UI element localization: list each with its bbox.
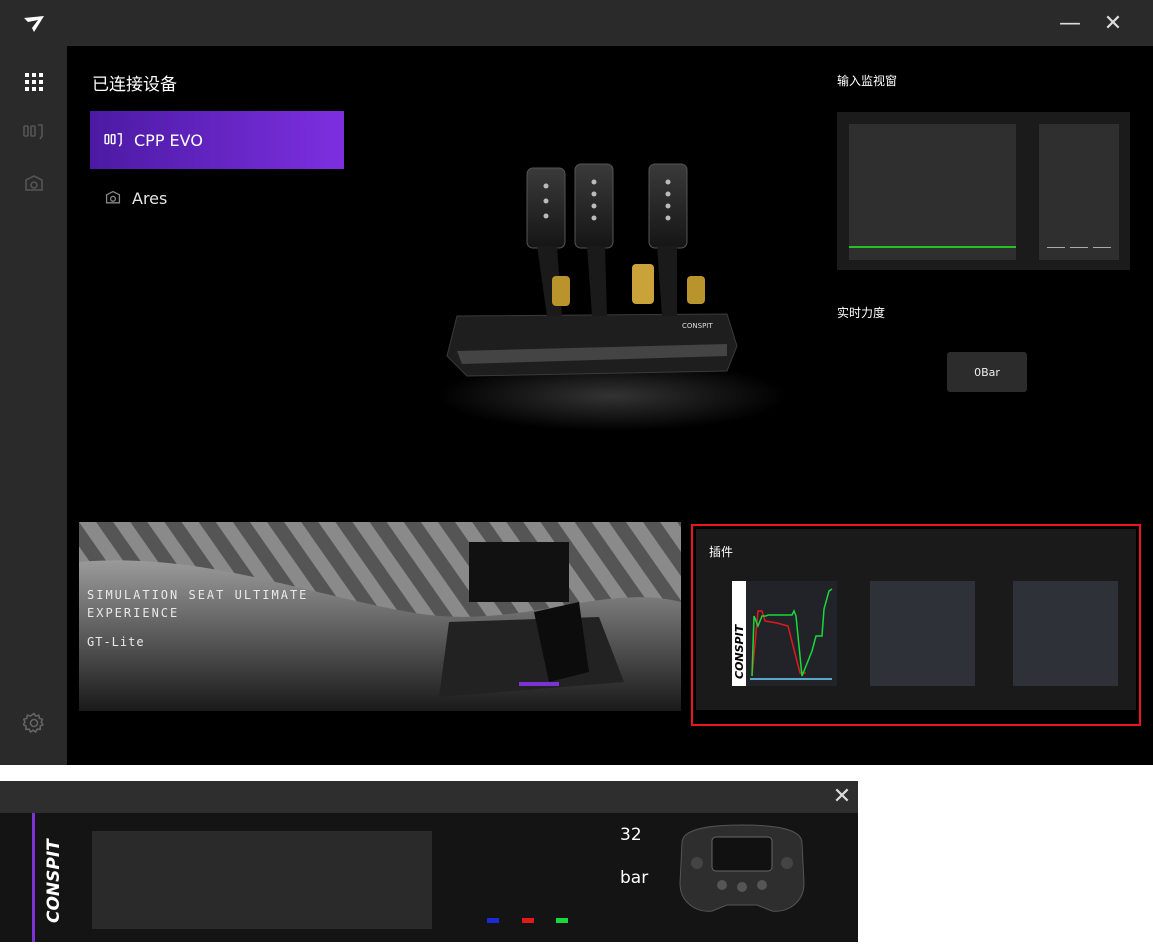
- apps-grid-icon[interactable]: [22, 70, 46, 94]
- widget-title-bar[interactable]: ✕: [0, 781, 858, 813]
- device-label: Ares: [132, 188, 168, 208]
- plugins-section: 插件 CONSPIT: [691, 524, 1141, 726]
- status-dot-green: [556, 918, 568, 923]
- promo-banner[interactable]: SIMULATION SEAT ULTIMATE EXPERIENCE GT-L…: [79, 522, 681, 711]
- app-window: — ✕ 已连接设备 CPP EVO Ares CONSPIT 输入监视窗 实时力…: [0, 0, 1153, 765]
- title-bar: — ✕: [0, 0, 1153, 46]
- widget-close-button[interactable]: ✕: [828, 783, 856, 811]
- device-item-ares[interactable]: Ares: [90, 169, 344, 227]
- input-level-line: [849, 246, 1016, 248]
- conspit-logo: CONSPIT: [32, 813, 70, 942]
- pedals-icon[interactable]: [22, 120, 46, 144]
- widget-body: CONSPIT 32 bar: [0, 813, 858, 942]
- input-monitor-title: 输入监视窗: [837, 74, 898, 88]
- axis-bars-panel: [1039, 124, 1119, 260]
- banner-product-name: GT-Lite: [87, 635, 145, 649]
- plugin-telemetry-tile[interactable]: CONSPIT: [732, 581, 837, 686]
- axis-bar: [1070, 247, 1088, 248]
- main-content: 已连接设备 CPP EVO Ares CONSPIT 输入监视窗 实时力度 0B…: [67, 46, 1153, 765]
- pressure-unit: bar: [620, 868, 649, 888]
- force-value-display: 0Bar: [947, 352, 1027, 392]
- status-dot-blue: [487, 918, 499, 923]
- wheel-base-icon[interactable]: [22, 172, 46, 196]
- plugin-slot-empty[interactable]: [1013, 581, 1118, 686]
- sidebar: [0, 46, 67, 765]
- input-monitor-panel: [837, 112, 1130, 270]
- connected-devices-title: 已连接设备: [92, 75, 177, 95]
- realtime-force-title: 实时力度: [837, 306, 886, 320]
- banner-headline: SIMULATION SEAT ULTIMATE EXPERIENCE: [87, 588, 309, 620]
- device-item-cpp-evo[interactable]: CPP EVO: [90, 111, 344, 169]
- axis-bar: [1047, 247, 1065, 248]
- pressure-value: 32: [620, 825, 642, 845]
- svg-text:CONSPIT: CONSPIT: [682, 322, 713, 330]
- plugins-title: 插件: [709, 545, 734, 559]
- minimize-button[interactable]: —: [1052, 10, 1088, 38]
- svg-text:CONSPIT: CONSPIT: [44, 838, 64, 923]
- status-dot-red: [522, 918, 534, 923]
- pedal-product-image: CONSPIT: [427, 146, 787, 446]
- steering-wheel-image: [672, 823, 812, 917]
- close-button[interactable]: ✕: [1095, 10, 1131, 38]
- settings-gear-icon[interactable]: [22, 711, 46, 735]
- brand-logo-icon: [22, 12, 46, 36]
- plugins-panel: 插件 CONSPIT: [696, 529, 1136, 710]
- wheel-base-icon: [104, 190, 122, 206]
- pedals-icon: [104, 132, 124, 148]
- telemetry-widget-window: ✕ CONSPIT 32 bar: [0, 781, 858, 942]
- pedal-input-graph: [849, 124, 1016, 260]
- svg-text:CONSPIT: CONSPIT: [733, 623, 746, 679]
- axis-bar: [1093, 247, 1111, 248]
- widget-graph-panel: [92, 831, 432, 929]
- device-label: CPP EVO: [134, 130, 203, 150]
- plugin-slot-empty[interactable]: [870, 581, 975, 686]
